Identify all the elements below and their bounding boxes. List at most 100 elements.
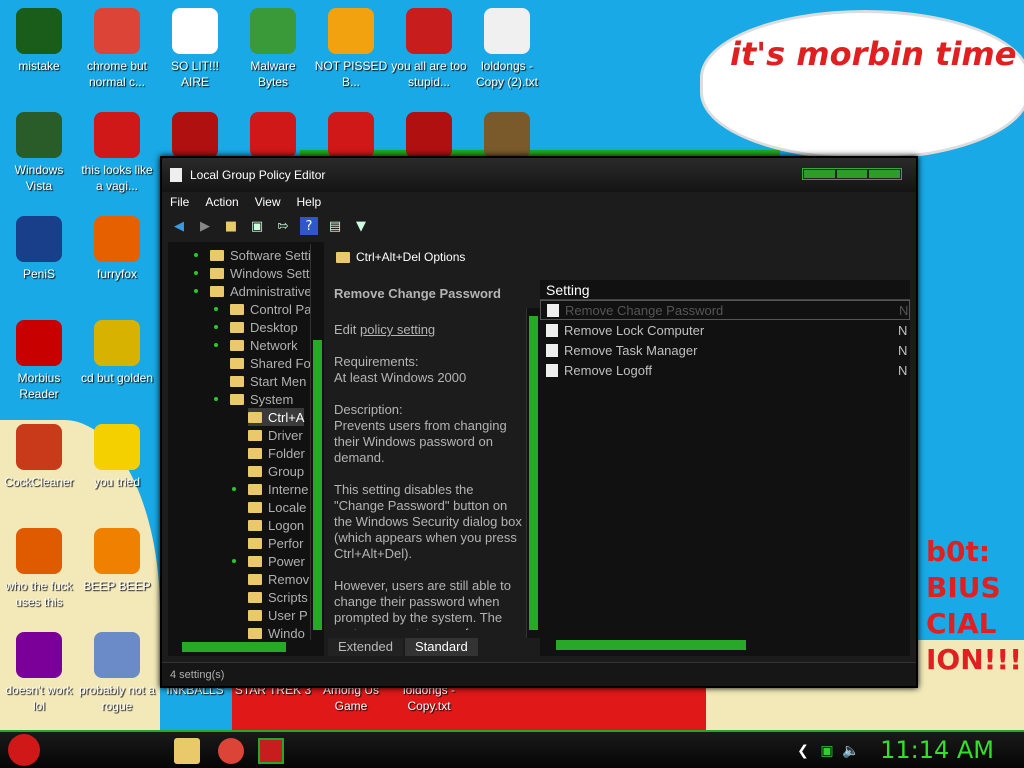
tree-expander[interactable]: [214, 397, 218, 401]
angry-bird-start-icon[interactable]: [8, 734, 40, 766]
tree-item[interactable]: Group: [248, 462, 304, 480]
menu-help[interactable]: Help: [297, 195, 322, 209]
tree-item[interactable]: Desktop: [230, 318, 298, 336]
menu-view[interactable]: View: [255, 195, 281, 209]
tree-item[interactable]: User P: [248, 606, 308, 624]
maximize-button[interactable]: [836, 170, 868, 178]
desktop-icon[interactable]: [156, 112, 234, 162]
desktop-icon[interactable]: [312, 112, 390, 162]
tree-item[interactable]: Windows Setti: [210, 264, 312, 282]
tree-item[interactable]: Administrative: [210, 282, 312, 300]
minimize-button[interactable]: [804, 170, 835, 178]
desktop-icon[interactable]: this looks like a vagi...: [78, 112, 156, 194]
setting-row[interactable]: Remove Logoff N: [540, 360, 910, 380]
export-list-icon[interactable]: ⇰: [274, 217, 292, 235]
tree-expander[interactable]: [194, 271, 198, 275]
desktop-icon[interactable]: SO LIT!!! AIRE: [156, 8, 234, 90]
desktop-icon[interactable]: probably not a rogue: [78, 632, 156, 714]
setting-row[interactable]: Remove Lock Computer N: [540, 320, 910, 340]
desktop-icon[interactable]: furryfox: [78, 216, 156, 282]
column-header-setting[interactable]: Setting: [540, 280, 910, 300]
ccleaner-icon: [16, 424, 62, 470]
desktop-icon[interactable]: doesn't work lol: [0, 632, 78, 714]
scroll-thumb[interactable]: [556, 640, 746, 650]
desktop-icon[interactable]: mistake: [0, 8, 78, 74]
menu-file[interactable]: File: [170, 195, 189, 209]
list-horizontal-scrollbar[interactable]: [540, 638, 910, 652]
tree-item[interactable]: Folder: [248, 444, 305, 462]
tree-expander[interactable]: [214, 325, 218, 329]
setting-row[interactable]: Remove Change Password N: [540, 300, 910, 320]
tree-item[interactable]: Software Setti: [210, 246, 311, 264]
gpedit-icon[interactable]: [258, 738, 284, 764]
tree-expander[interactable]: [232, 559, 236, 563]
network-icon[interactable]: ▣: [814, 738, 840, 764]
tree-item[interactable]: Ctrl+A: [248, 408, 305, 426]
filter-icon[interactable]: ▼: [352, 217, 370, 235]
menu-action[interactable]: Action: [205, 195, 238, 209]
tab-extended[interactable]: Extended: [328, 638, 403, 656]
desktop-icon[interactable]: [234, 112, 312, 162]
policy-setting-link[interactable]: policy setting: [360, 322, 435, 337]
tree-item[interactable]: Start Men: [230, 372, 306, 390]
tree-expander[interactable]: [214, 343, 218, 347]
tree-horizontal-scrollbar[interactable]: [168, 640, 306, 654]
tree-item[interactable]: Control Pa: [230, 300, 311, 318]
desktop-icon[interactable]: PeniS: [0, 216, 78, 282]
desktop-icon[interactable]: chrome but normal c...: [78, 8, 156, 90]
clock[interactable]: 11:14 AM: [880, 736, 994, 764]
description-scrollbar[interactable]: [526, 308, 540, 638]
tree-item[interactable]: Locale: [248, 498, 306, 516]
desktop-icon[interactable]: Malware Bytes: [234, 8, 312, 90]
tree-item[interactable]: Shared Fo: [230, 354, 311, 372]
tree-item[interactable]: Scripts: [248, 588, 308, 606]
chevron-icon[interactable]: ❮: [790, 738, 816, 764]
tree-vertical-scrollbar[interactable]: [310, 244, 324, 640]
close-button[interactable]: [869, 170, 901, 178]
chrome-icon[interactable]: [218, 738, 244, 764]
folder-up-icon[interactable]: ■: [222, 217, 240, 235]
desktop-icon[interactable]: cd but golden: [78, 320, 156, 386]
back-arrow-icon[interactable]: ◀: [170, 217, 188, 235]
tree-item[interactable]: Logon: [248, 516, 304, 534]
desktop-icon[interactable]: BEEP BEEP: [78, 528, 156, 594]
tree-item[interactable]: Perfor: [248, 534, 303, 552]
tree-item-label: Windows Setti: [230, 265, 313, 281]
show-hide-icon[interactable]: ▣: [248, 217, 266, 235]
policy-setting-icon: [546, 363, 558, 377]
desktop-icon[interactable]: NOT PISSED B...: [312, 8, 390, 90]
tree-expander[interactable]: [194, 289, 198, 293]
tree-item[interactable]: System: [230, 390, 293, 408]
desktop-icon[interactable]: you all are too stupid...: [390, 8, 468, 90]
volume-icon[interactable]: 🔈: [838, 738, 864, 764]
desktop-icon[interactable]: CockCleaner: [0, 424, 78, 490]
help-icon[interactable]: ?: [300, 217, 318, 235]
forward-arrow-icon[interactable]: ▶: [196, 217, 214, 235]
tree-item[interactable]: Interne: [248, 480, 308, 498]
desktop-icon[interactable]: [390, 112, 468, 162]
breadcrumb: Ctrl+Alt+Del Options: [336, 250, 465, 264]
explorer-icon[interactable]: [174, 738, 200, 764]
desktop-icon[interactable]: [468, 112, 546, 162]
tree-expander[interactable]: [232, 487, 236, 491]
title-bar[interactable]: Local Group Policy Editor: [162, 158, 916, 192]
properties-icon[interactable]: ▤: [326, 217, 344, 235]
desktop-icon[interactable]: Windows Vista: [0, 112, 78, 194]
tree-expander[interactable]: [214, 307, 218, 311]
scroll-thumb[interactable]: [313, 340, 322, 630]
tab-standard[interactable]: Standard: [404, 638, 478, 656]
desktop-icon[interactable]: you tried: [78, 424, 156, 490]
tree-item[interactable]: Driver: [248, 426, 303, 444]
scroll-thumb[interactable]: [529, 316, 538, 630]
tree-item[interactable]: Power: [248, 552, 305, 570]
desktop-icon[interactable]: who the fuck uses this: [0, 528, 78, 610]
scroll-thumb[interactable]: [182, 642, 286, 652]
tree-item[interactable]: Network: [230, 336, 298, 354]
setting-row[interactable]: Remove Task Manager N: [540, 340, 910, 360]
tree-item-label: Network: [250, 337, 298, 353]
tree-expander[interactable]: [194, 253, 198, 257]
desktop-icon[interactable]: loldongs - Copy (2).txt: [468, 8, 546, 90]
tree-item[interactable]: Remov: [248, 570, 309, 588]
desktop-icon[interactable]: Morbius Reader: [0, 320, 78, 402]
window-controls[interactable]: [802, 168, 902, 180]
